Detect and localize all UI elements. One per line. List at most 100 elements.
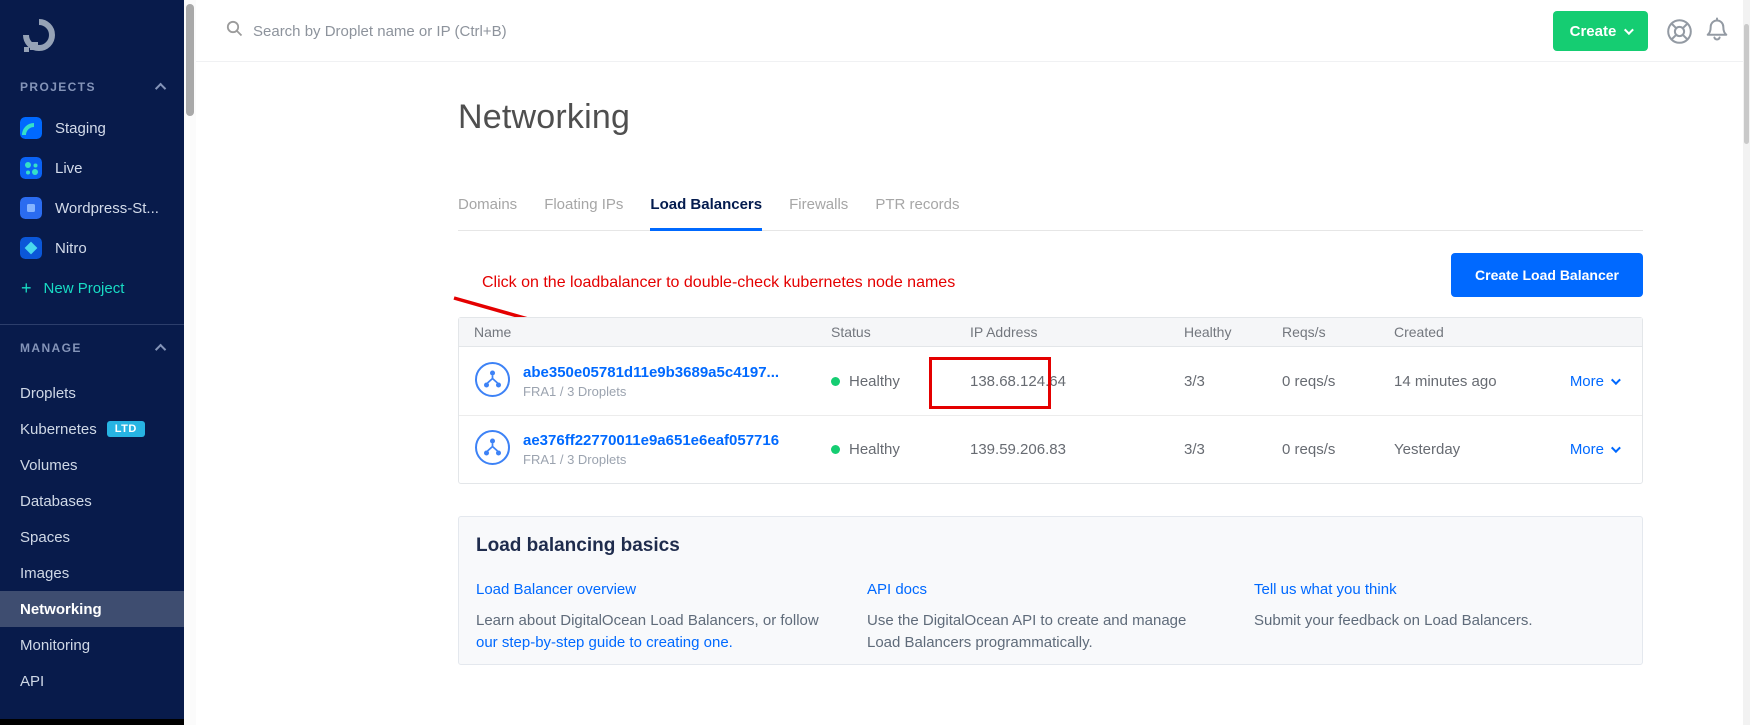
lb-subtitle: FRA1 / 3 Droplets (523, 384, 779, 399)
create-button-label: Create (1570, 23, 1617, 40)
tell-us-link[interactable]: Tell us what you think (1254, 581, 1618, 598)
ip-cell: 139.59.206.83 (970, 441, 1184, 458)
load-balancer-table: Name Status IP Address Healthy Reqs/s Cr… (458, 317, 1643, 484)
reqs-cell: 0 reqs/s (1282, 441, 1394, 458)
page-scrollbar-thumb[interactable] (1744, 24, 1749, 144)
chevron-down-icon (1611, 375, 1621, 385)
new-project-button[interactable]: + New Project (0, 268, 184, 308)
load-balancer-icon (474, 361, 511, 402)
table-row[interactable]: ae376ff22770011e9a651e6eaf057716 FRA1 / … (459, 415, 1642, 483)
search-icon (226, 20, 243, 42)
digitalocean-logo-icon[interactable] (20, 18, 184, 54)
create-button[interactable]: Create (1553, 11, 1648, 51)
col-header-created: Created (1394, 324, 1569, 340)
item-label: Droplets (20, 385, 76, 402)
plus-icon: + (21, 279, 32, 297)
healthy-cell: 3/3 (1184, 373, 1282, 390)
sidebar-item-images[interactable]: Images (0, 555, 184, 591)
more-label: More (1570, 373, 1604, 390)
ip-cell: 138.68.124.64 (970, 373, 1184, 390)
sidebar-item-spaces[interactable]: Spaces (0, 519, 184, 555)
more-button[interactable]: More (1569, 373, 1642, 390)
lb-name-link[interactable]: abe350e05781d11e9b3689a5c4197... (523, 364, 779, 381)
step-by-step-guide-link[interactable]: our step-by-step guide to creating one. (476, 634, 733, 651)
help-lifebuoy-icon[interactable] (1666, 18, 1693, 50)
item-label: Kubernetes (20, 421, 97, 438)
created-cell: 14 minutes ago (1394, 373, 1569, 390)
sidebar-project-live[interactable]: Live (0, 148, 184, 188)
projects-section-header[interactable]: PROJECTS (0, 80, 184, 94)
col-header-name: Name (459, 324, 831, 340)
sidebar: PROJECTS Staging Live Wordpress-St.. (0, 0, 184, 719)
sidebar-item-monitoring[interactable]: Monitoring (0, 627, 184, 663)
sidebar-project-nitro[interactable]: Nitro (0, 228, 184, 268)
lb-name-link[interactable]: ae376ff22770011e9a651e6eaf057716 (523, 432, 779, 449)
manage-section-header[interactable]: MANAGE (0, 341, 184, 355)
chevron-up-icon (155, 83, 166, 94)
status-label: Healthy (849, 441, 900, 458)
basics-column-feedback: Tell us what you think Submit your feedb… (1254, 581, 1618, 654)
ltd-badge: LTD (107, 421, 145, 437)
col-header-reqs: Reqs/s (1282, 324, 1394, 340)
api-docs-link[interactable]: API docs (867, 581, 1254, 598)
more-label: More (1570, 441, 1604, 458)
tab-domains[interactable]: Domains (458, 196, 517, 230)
item-label: Databases (20, 493, 92, 510)
load-balancer-icon (474, 429, 511, 470)
col-header-ip: IP Address (970, 324, 1184, 340)
status-cell: Healthy (831, 441, 970, 458)
chevron-down-icon (1624, 25, 1634, 35)
manage-label: MANAGE (20, 341, 82, 355)
basics-column-api: API docs Use the DigitalOcean API to cre… (867, 581, 1254, 654)
sidebar-item-kubernetes[interactable]: Kubernetes LTD (0, 411, 184, 447)
item-label: Networking (20, 601, 102, 618)
nitro-project-icon (20, 237, 42, 259)
tab-floating-ips[interactable]: Floating IPs (544, 196, 623, 230)
project-label: Wordpress-St... (55, 200, 159, 217)
item-label: Spaces (20, 529, 70, 546)
reqs-cell: 0 reqs/s (1282, 373, 1394, 390)
sidebar-item-volumes[interactable]: Volumes (0, 447, 184, 483)
basics-title: Load balancing basics (476, 535, 1618, 557)
sidebar-item-droplets[interactable]: Droplets (0, 375, 184, 411)
topbar: Create (196, 0, 1743, 62)
healthy-cell: 3/3 (1184, 441, 1282, 458)
item-label: Volumes (20, 457, 78, 474)
digitalocean-control-panel: PROJECTS Staging Live Wordpress-St.. (0, 0, 1750, 725)
tab-load-balancers[interactable]: Load Balancers (650, 196, 762, 230)
status-cell: Healthy (831, 373, 970, 390)
search-bar (226, 0, 673, 62)
load-balancing-basics-panel: Load balancing basics Load Balancer over… (458, 516, 1643, 665)
manage-list: Droplets Kubernetes LTD Volumes Database… (0, 375, 184, 699)
create-load-balancer-button[interactable]: Create Load Balancer (1451, 253, 1643, 297)
item-label: API (20, 673, 44, 690)
tab-firewalls[interactable]: Firewalls (789, 196, 848, 230)
sidebar-item-databases[interactable]: Databases (0, 483, 184, 519)
bottom-black-strip (0, 719, 184, 725)
project-label: Nitro (55, 240, 87, 257)
healthy-status-dot (831, 445, 840, 454)
project-list: Staging Live Wordpress-St... Nitro (0, 108, 184, 308)
load-balancer-overview-link[interactable]: Load Balancer overview (476, 581, 867, 598)
sidebar-item-api[interactable]: API (0, 663, 184, 699)
basics-text: Use the DigitalOcean API to create and m… (867, 610, 1197, 654)
lb-subtitle: FRA1 / 3 Droplets (523, 452, 779, 467)
lb-name-cell: ae376ff22770011e9a651e6eaf057716 FRA1 / … (459, 429, 831, 470)
table-row[interactable]: abe350e05781d11e9b3689a5c4197... FRA1 / … (459, 347, 1642, 415)
live-project-icon (20, 157, 42, 179)
col-header-status: Status (831, 324, 970, 340)
sidebar-item-networking[interactable]: Networking (0, 591, 184, 627)
created-cell: Yesterday (1394, 441, 1569, 458)
notifications-bell-icon[interactable] (1704, 17, 1730, 50)
search-input[interactable] (253, 23, 673, 40)
sidebar-project-staging[interactable]: Staging (0, 108, 184, 148)
more-button[interactable]: More (1569, 441, 1642, 458)
tab-ptr-records[interactable]: PTR records (875, 196, 959, 230)
sidebar-divider (0, 324, 184, 325)
basics-text: Submit your feedback on Load Balancers. (1254, 610, 1618, 632)
staging-project-icon (20, 117, 42, 139)
basics-text: Learn about DigitalOcean Load Balancers,… (476, 610, 834, 654)
chevron-down-icon (1611, 443, 1621, 453)
sidebar-project-wordpress[interactable]: Wordpress-St... (0, 188, 184, 228)
sidebar-scrollbar-thumb[interactable] (186, 4, 194, 116)
